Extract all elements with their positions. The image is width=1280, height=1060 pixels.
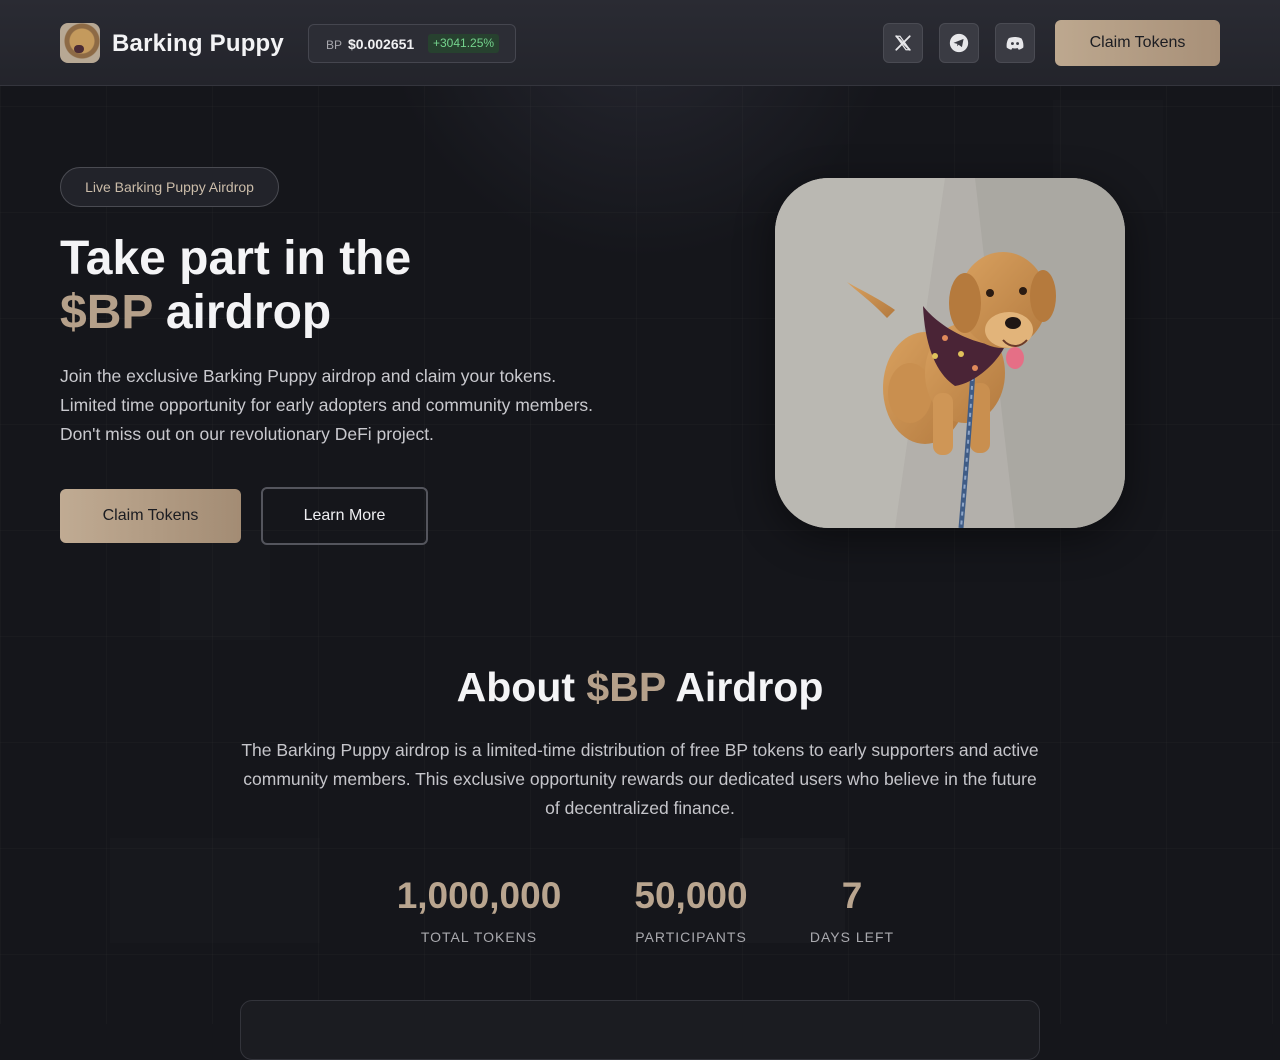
- background-block: [160, 530, 270, 640]
- stat-label: DAYS LEFT: [809, 929, 895, 945]
- puppy-illustration: [775, 178, 1125, 528]
- stat-label: PARTICIPANTS: [635, 929, 747, 945]
- hero-title: Take part in the $BP airdrop: [60, 232, 660, 340]
- hero-title-line1: Take part in the: [60, 232, 412, 285]
- token-price: $0.002651: [348, 36, 415, 52]
- stat-total-tokens: 1,000,000 TOTAL TOKENS: [380, 873, 578, 945]
- about-title-after: Airdrop: [665, 664, 824, 710]
- stat-label: TOTAL TOKENS: [420, 929, 538, 945]
- stat-days-left: 7 DAYS LEFT: [802, 873, 902, 945]
- brand-logo[interactable]: [60, 23, 100, 63]
- hero-description: Join the exclusive Barking Puppy airdrop…: [60, 366, 594, 444]
- live-airdrop-badge: Live Barking Puppy Airdrop: [60, 167, 279, 207]
- claim-tokens-button[interactable]: Claim Tokens: [60, 489, 241, 543]
- x-twitter-icon: [895, 35, 911, 51]
- stat-value: 1,000,000: [396, 875, 562, 916]
- telegram-icon: [949, 33, 969, 53]
- airdrop-card: [240, 1000, 1040, 1060]
- learn-more-button[interactable]: Learn More: [261, 487, 428, 545]
- telegram-button[interactable]: [939, 23, 979, 63]
- stat-participants: 50,000 PARTICIPANTS: [616, 873, 766, 945]
- about-title: About $BP Airdrop: [0, 664, 1280, 711]
- discord-button[interactable]: [995, 23, 1035, 63]
- discord-icon: [1006, 37, 1024, 50]
- stat-value: 50,000: [634, 875, 748, 916]
- x-twitter-button[interactable]: [883, 23, 923, 63]
- background-block: [110, 838, 320, 943]
- brand-name[interactable]: Barking Puppy: [112, 30, 284, 58]
- about-description: The Barking Puppy airdrop is a limited-t…: [241, 740, 1039, 818]
- top-navbar: Barking Puppy BP $0.002651 +3041.25% Cla…: [0, 0, 1280, 86]
- about-title-before: About: [456, 664, 587, 710]
- token-price-widget: BP $0.002651 +3041.25%: [308, 24, 516, 63]
- hero-title-line2: airdrop: [152, 286, 332, 339]
- hero-title-accent: $BP: [60, 286, 153, 339]
- about-title-accent: $BP: [586, 664, 666, 710]
- stat-value: 7: [841, 875, 863, 916]
- token-ticker: BP: [326, 38, 343, 52]
- price-change-badge: +3041.25%: [428, 34, 500, 53]
- puppy-photo: [775, 178, 1125, 528]
- claim-tokens-header-button[interactable]: Claim Tokens: [1055, 20, 1220, 66]
